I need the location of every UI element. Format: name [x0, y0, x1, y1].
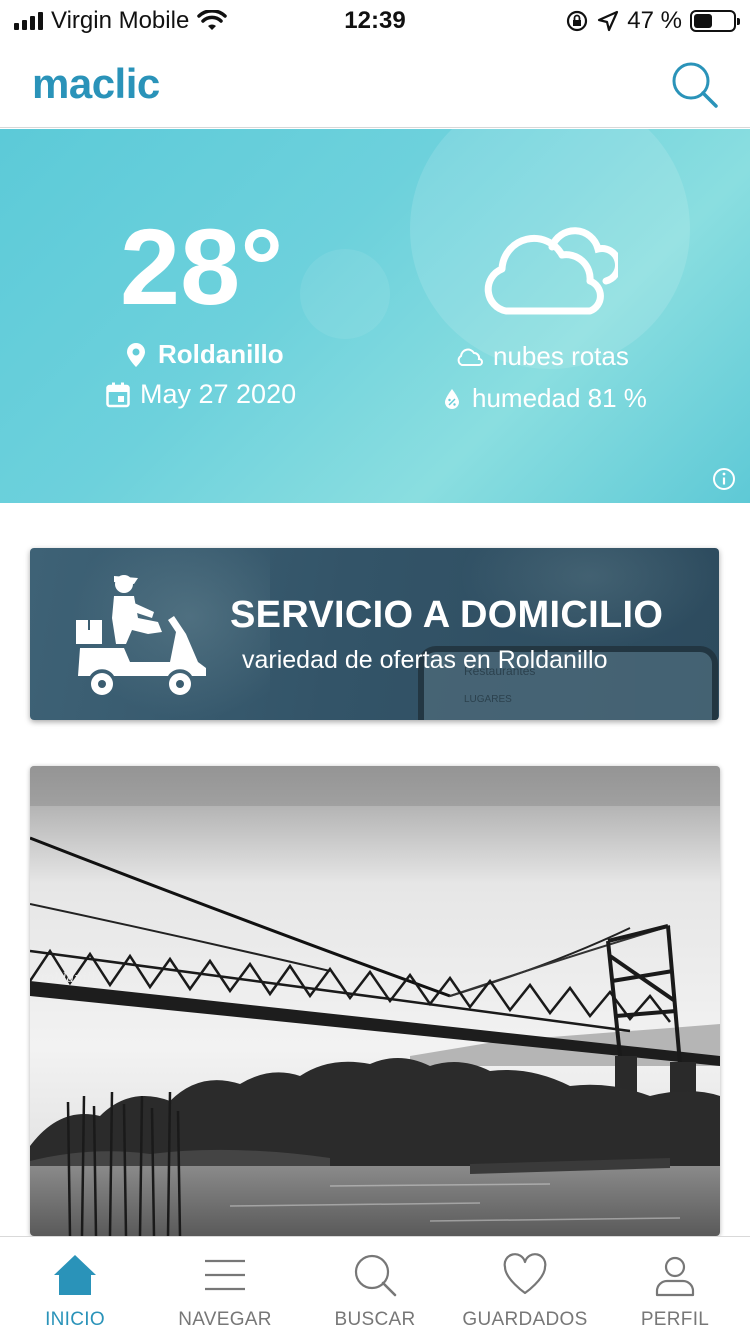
- info-icon[interactable]: [712, 467, 736, 491]
- nav-label-inicio: INICIO: [45, 1309, 105, 1330]
- app-header: maclic: [0, 42, 750, 128]
- weather-condition: nubes rotas: [455, 341, 629, 372]
- weather-humidity: humedad 81 %: [444, 383, 647, 414]
- status-bar: Virgin Mobile 12:39 47 %: [0, 0, 750, 42]
- status-right: 47 %: [565, 6, 740, 36]
- user-icon: [655, 1256, 695, 1297]
- condition-text: nubes rotas: [493, 341, 629, 371]
- nav-item-perfil[interactable]: PERFIL: [600, 1237, 750, 1334]
- bottom-nav: INICIO NAVEGAR BUSCAR GUARDADOS PERFIL: [0, 1236, 750, 1334]
- search-icon: [354, 1254, 397, 1297]
- city-name: Roldanillo: [158, 339, 284, 369]
- nav-item-buscar[interactable]: BUSCAR: [300, 1237, 450, 1334]
- delivery-banner[interactable]: Restaurantes LUGARES SERVICIO A DOMICILI…: [30, 548, 719, 720]
- date-text: May 27 2020: [140, 379, 297, 409]
- carrier-name: Virgin Mobile: [51, 7, 190, 34]
- nav-label-navegar: NAVEGAR: [178, 1309, 272, 1330]
- small-cloud-icon: [457, 348, 483, 366]
- cloud-icon: [484, 227, 618, 315]
- weather-date: May 27 2020: [106, 379, 296, 410]
- nav-label-guardados: GUARDADOS: [462, 1309, 588, 1330]
- delivery-scooter-icon: [76, 575, 206, 695]
- orientation-lock-icon: [567, 10, 588, 32]
- nav-item-guardados[interactable]: GUARDADOS: [450, 1237, 600, 1334]
- home-icon: [54, 1255, 96, 1295]
- search-icon[interactable]: [670, 60, 720, 110]
- status-left: Virgin Mobile: [14, 6, 228, 36]
- menu-icon: [205, 1259, 245, 1291]
- nav-item-navegar[interactable]: NAVEGAR: [150, 1237, 300, 1334]
- battery-percent: 47 %: [627, 7, 682, 34]
- signal-icon: [14, 12, 43, 30]
- heart-icon: [503, 1253, 547, 1295]
- app-logo[interactable]: maclic: [32, 60, 160, 108]
- drop-icon: [445, 388, 459, 409]
- nav-label-buscar: BUSCAR: [334, 1309, 416, 1330]
- weather-location: Roldanillo: [126, 339, 284, 370]
- location-pin-icon: [127, 342, 145, 367]
- bridge-photo-card[interactable]: roldanillo: [30, 766, 720, 1236]
- temperature: 28°: [120, 206, 284, 327]
- weather-card: 28° Roldanillo May 27 2020 nubes rotas h…: [0, 129, 750, 503]
- banner-title: SERVICIO A DOMICILIO: [230, 594, 664, 636]
- banner-subtitle: variedad de ofertas en Roldanillo: [242, 646, 608, 674]
- phone-screen-label: LUGARES: [464, 694, 512, 705]
- nav-item-inicio[interactable]: INICIO: [0, 1237, 150, 1334]
- photo-caption: roldanillo: [40, 971, 103, 986]
- battery-icon: [690, 10, 740, 32]
- bridge-photo: roldanillo: [30, 766, 720, 1236]
- wifi-icon: [197, 10, 228, 30]
- calendar-icon: [106, 382, 130, 407]
- location-arrow-icon: [598, 10, 619, 32]
- nav-label-perfil: PERFIL: [640, 1309, 710, 1330]
- humidity-text: humedad 81 %: [472, 383, 647, 413]
